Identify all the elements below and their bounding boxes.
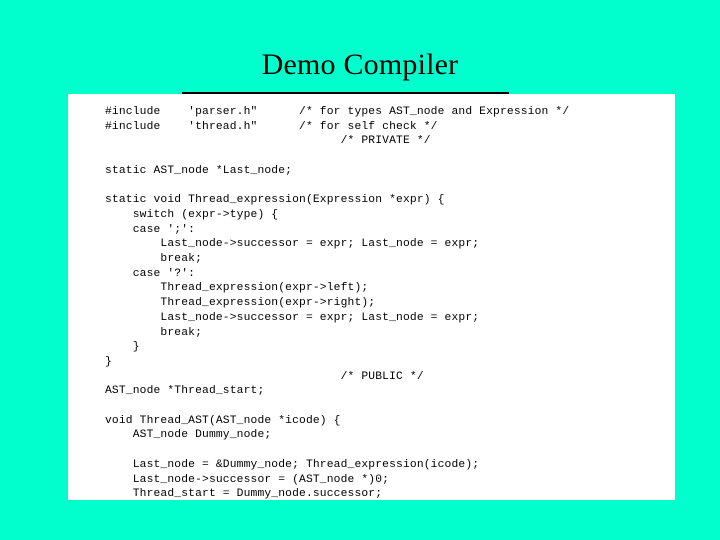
presentation-slide: Demo Compiler #include 'parser.h" /* for… bbox=[0, 0, 720, 540]
code-panel: #include 'parser.h" /* for types AST_nod… bbox=[68, 94, 675, 500]
page-title: Demo Compiler bbox=[261, 48, 459, 81]
source-code-listing: #include 'parser.h" /* for types AST_nod… bbox=[105, 106, 570, 500]
